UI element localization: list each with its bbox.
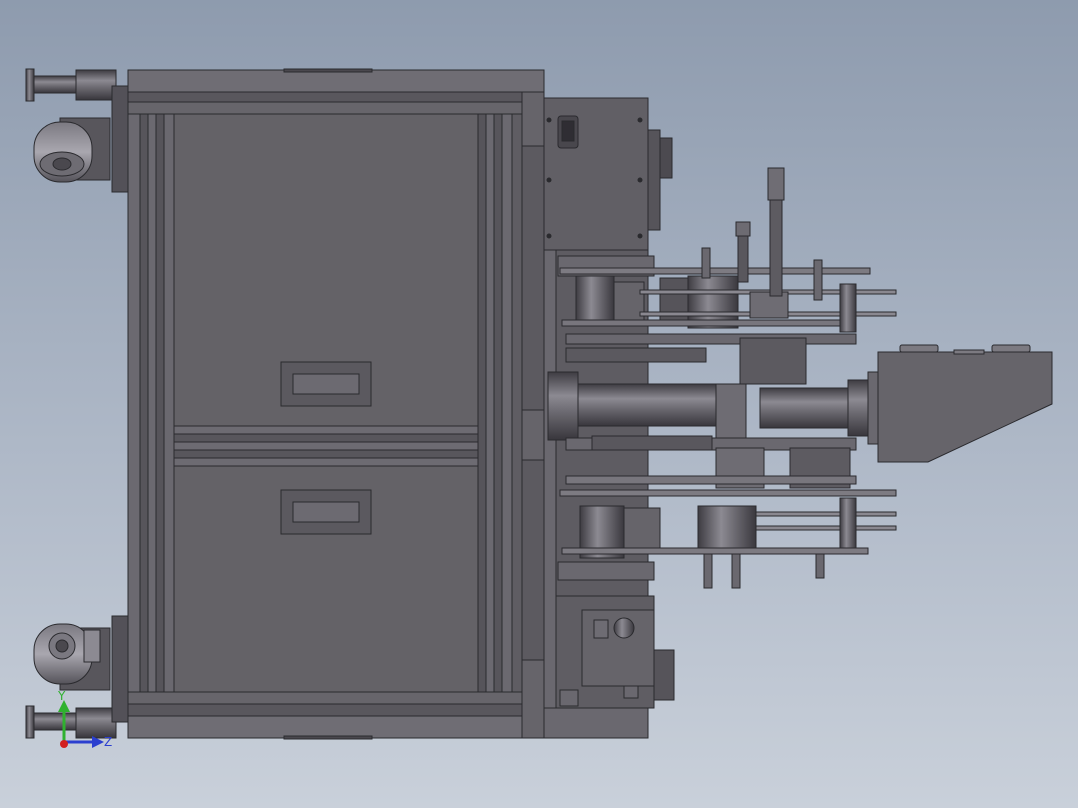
leveling-foot-bottom <box>25 705 117 739</box>
electrical-box <box>543 97 673 251</box>
y-axis-label: Y <box>57 689 66 703</box>
cad-viewport[interactable]: Y Z <box>0 0 1078 808</box>
lower-door-panel <box>173 465 479 693</box>
discharge-hopper <box>877 344 1053 463</box>
machine-side-view: Y Z <box>25 68 1053 749</box>
upper-door-panel <box>173 113 479 427</box>
caster-wheel-bottom <box>33 615 131 723</box>
z-axis-label: Z <box>104 735 112 749</box>
triad-origin <box>60 740 68 748</box>
middle-rail <box>173 425 479 467</box>
leveling-foot-top <box>25 68 117 102</box>
motor-assembly <box>555 595 675 709</box>
caster-wheel-top <box>33 85 131 193</box>
